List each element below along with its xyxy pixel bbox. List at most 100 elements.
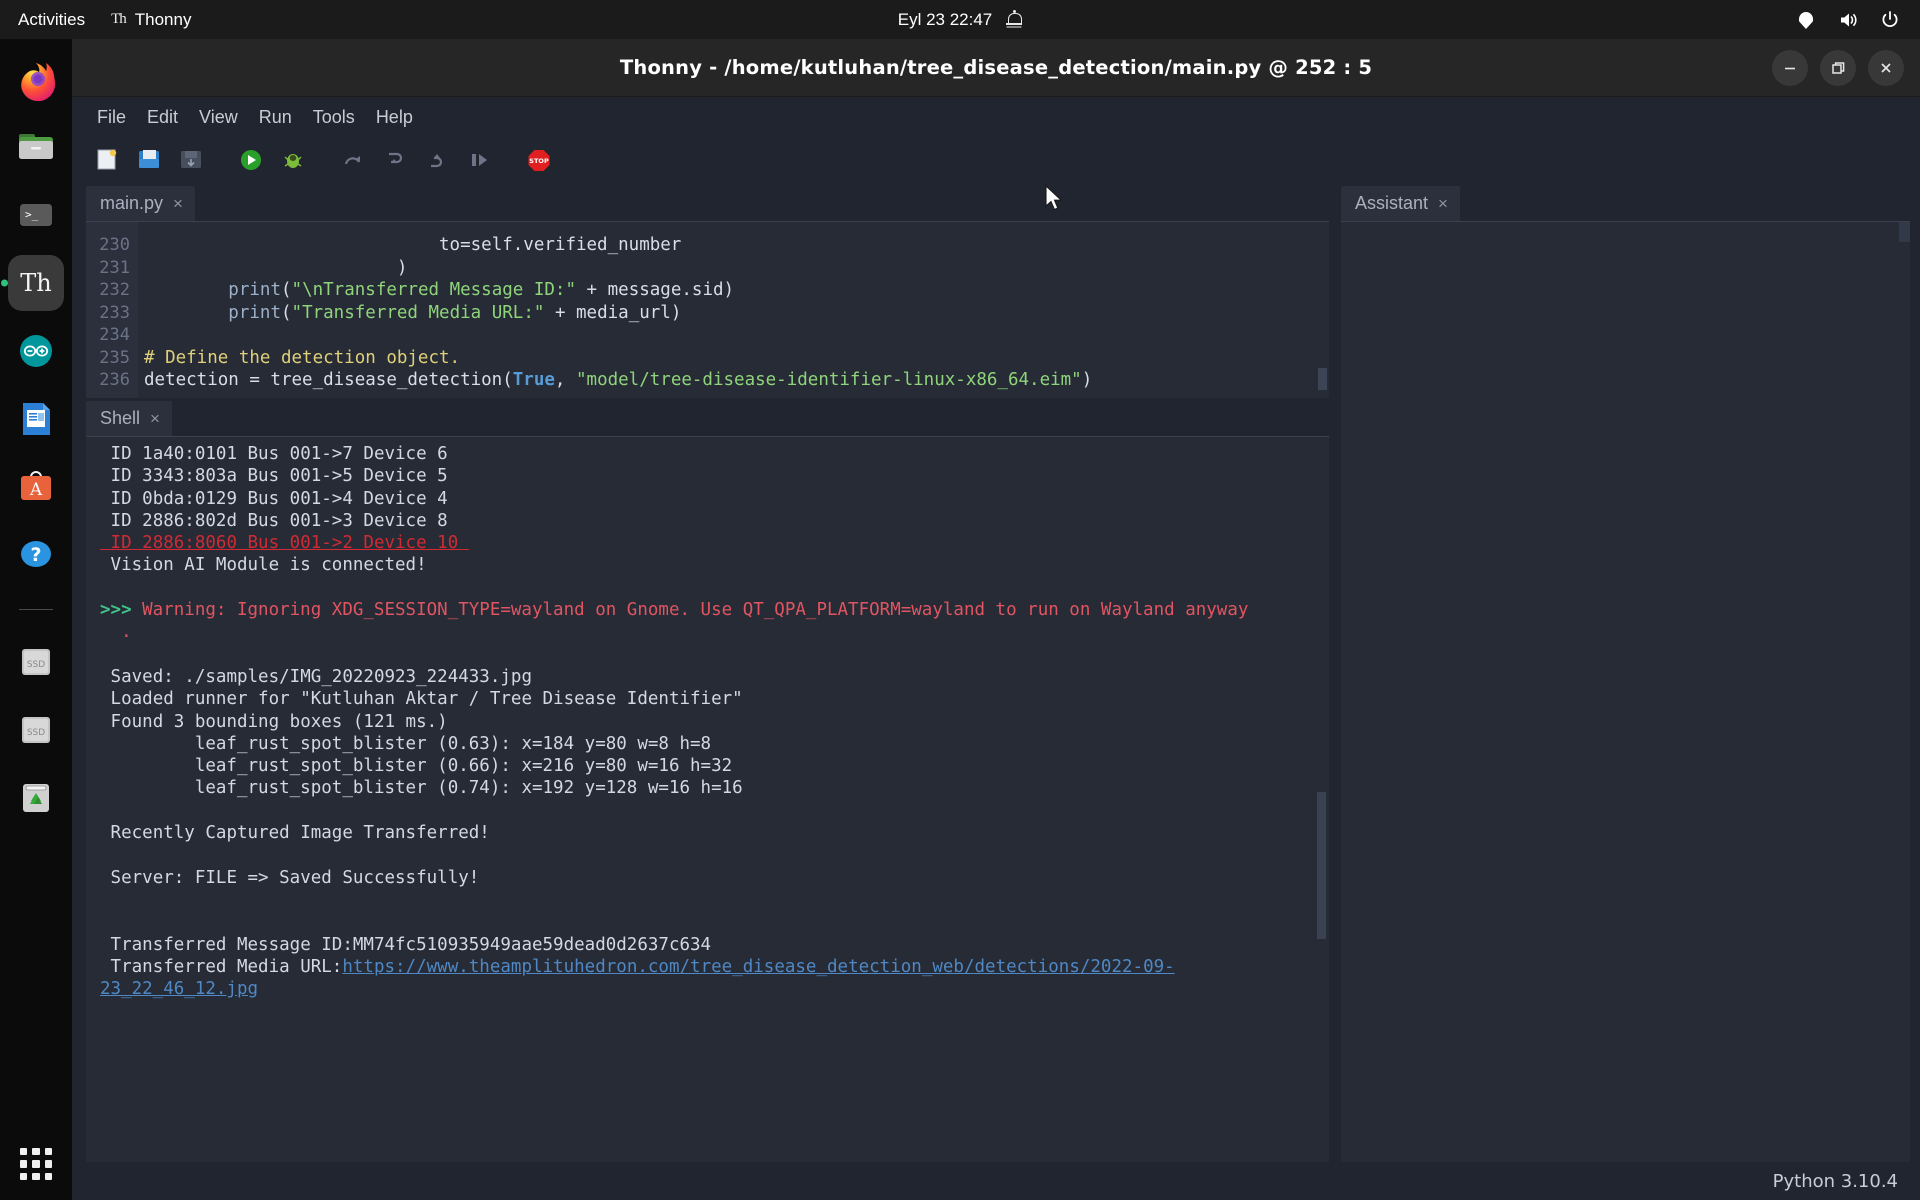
dock-item-thonny[interactable]: Th bbox=[8, 255, 64, 311]
menu-edit[interactable]: Edit bbox=[138, 104, 187, 131]
window-titlebar[interactable]: Thonny - /home/kutluhan/tree_disease_det… bbox=[72, 39, 1920, 97]
code-editor[interactable]: 230 231 232 233 234 235 236 to=self.veri… bbox=[86, 221, 1329, 398]
svg-text:SSD: SSD bbox=[27, 728, 45, 738]
step-out-button[interactable] bbox=[418, 143, 456, 177]
assistant-scrollbar[interactable] bbox=[1899, 222, 1910, 242]
active-app-menu[interactable]: Th Thonny bbox=[111, 10, 191, 30]
code-token: True bbox=[512, 370, 555, 390]
toolbar: STOP bbox=[72, 137, 1920, 183]
volume-icon bbox=[1841, 13, 1857, 26]
menu-file[interactable]: File bbox=[88, 104, 135, 131]
thonny-window: Thonny - /home/kutluhan/tree_disease_det… bbox=[72, 39, 1920, 1200]
dock-divider bbox=[19, 609, 53, 610]
minimize-button[interactable] bbox=[1772, 50, 1808, 86]
shell-line: Recently Captured Image Transferred! bbox=[100, 822, 1329, 844]
line-number: 234 bbox=[99, 325, 130, 345]
editor-scrollbar[interactable] bbox=[1318, 368, 1327, 390]
tab-shell[interactable]: Shell × bbox=[86, 401, 172, 436]
menu-help[interactable]: Help bbox=[367, 104, 422, 131]
open-file-button[interactable] bbox=[130, 143, 168, 177]
shell-line: Server: FILE => Saved Successfully! bbox=[100, 867, 1329, 889]
menu-tools[interactable]: Tools bbox=[304, 104, 364, 131]
shell-text: Transferred Message ID:MM74fc510935949aa… bbox=[100, 934, 712, 955]
code-token: print bbox=[228, 280, 281, 300]
shell-scrollbar[interactable] bbox=[1317, 792, 1326, 939]
close-icon[interactable]: × bbox=[150, 409, 160, 429]
activities-button[interactable]: Activities bbox=[18, 10, 85, 30]
shell-line: Transferred Message ID:MM74fc510935949aa… bbox=[100, 934, 1329, 956]
dock-item-firefox[interactable] bbox=[8, 51, 64, 107]
debug-script-button[interactable] bbox=[274, 143, 312, 177]
code-token: ) bbox=[1081, 370, 1093, 390]
new-file-button[interactable] bbox=[88, 143, 126, 177]
shell-warning-text: . bbox=[100, 622, 132, 643]
shell-line: Vision AI Module is connected! bbox=[100, 554, 1329, 576]
dock-item-ssd-2[interactable]: SSD bbox=[8, 702, 64, 758]
drive-icon: SSD bbox=[22, 649, 50, 675]
resume-button[interactable] bbox=[460, 143, 498, 177]
shell-panel[interactable]: ID 1a40:0101 Bus 001->7 Device 6 ID 3343… bbox=[86, 436, 1329, 1162]
shell-line: ID 2886:8060 Bus 001->2 Device 10 bbox=[100, 532, 1329, 554]
code-token: detection = tree_disease_detection( bbox=[144, 370, 513, 390]
save-file-button[interactable] bbox=[172, 143, 210, 177]
shell-warning-text: Warning: Ignoring XDG_SESSION_TYPE=wayla… bbox=[131, 600, 1249, 621]
dock-item-trash[interactable] bbox=[8, 770, 64, 826]
line-number: 230 bbox=[99, 235, 130, 255]
code-token: , bbox=[554, 370, 576, 390]
menu-view[interactable]: View bbox=[190, 104, 247, 131]
shell-text: Transferred Media URL: bbox=[100, 956, 343, 977]
code-token: ( bbox=[280, 302, 292, 323]
dock-item-ssd-1[interactable]: SSD bbox=[8, 634, 64, 690]
bell-icon[interactable] bbox=[1006, 10, 1023, 29]
topbar-left-group: Activities Th Thonny bbox=[0, 10, 191, 30]
terminal-icon: >_ bbox=[20, 204, 52, 226]
shell-line: Found 3 bounding boxes (121 ms.) bbox=[100, 711, 1329, 733]
line-number: 233 bbox=[99, 302, 130, 323]
dock-item-terminal[interactable]: >_ bbox=[8, 187, 64, 243]
code-text[interactable]: to=self.verified_number ) print("\nTrans… bbox=[138, 222, 1329, 398]
code-line: detection = tree_disease_detection(True,… bbox=[144, 369, 1329, 392]
dock-item-help[interactable]: ? bbox=[8, 527, 64, 583]
close-icon[interactable]: × bbox=[1438, 194, 1448, 214]
clock[interactable]: Eyl 23 22:47 bbox=[898, 10, 993, 30]
shell-text: ID 0bda:0129 Bus 001->4 Device 4 bbox=[100, 488, 448, 509]
code-token: + media_url) bbox=[544, 302, 682, 323]
code-token: # Define the detection object. bbox=[144, 347, 461, 368]
maximize-button[interactable] bbox=[1820, 50, 1856, 86]
close-button[interactable] bbox=[1868, 50, 1904, 86]
show-applications-button[interactable] bbox=[20, 1148, 52, 1180]
run-script-button[interactable] bbox=[232, 143, 270, 177]
dock-item-files[interactable] bbox=[8, 119, 64, 175]
line-number-gutter: 230 231 232 233 234 235 236 bbox=[86, 222, 138, 398]
close-icon[interactable]: × bbox=[173, 194, 183, 214]
shell-text: Saved: ./samples/IMG_20220923_224433.jpg bbox=[100, 666, 532, 687]
dock-item-libreoffice[interactable] bbox=[8, 391, 64, 447]
menu-bar: File Edit View Run Tools Help bbox=[72, 97, 1920, 137]
window-body: main.py × 230 231 232 233 234 235 236 to… bbox=[72, 183, 1920, 1162]
menu-run[interactable]: Run bbox=[250, 104, 301, 131]
shell-line: ID 2886:802d Bus 001->3 Device 8 bbox=[100, 510, 1329, 532]
shell-output[interactable]: ID 1a40:0101 Bus 001->7 Device 6 ID 3343… bbox=[86, 437, 1329, 1162]
step-into-button[interactable] bbox=[376, 143, 414, 177]
shell-text: ID 3343:803a Bus 001->5 Device 5 bbox=[100, 466, 448, 487]
stop-button[interactable]: STOP bbox=[520, 143, 558, 177]
tab-assistant[interactable]: Assistant × bbox=[1341, 186, 1460, 221]
code-line: print("Transferred Media URL:" + media_u… bbox=[144, 302, 1329, 325]
code-line: print("\nTransferred Message ID:" + mess… bbox=[144, 279, 1329, 302]
shell-text: Server: FILE => Saved Successfully! bbox=[100, 867, 480, 888]
svg-text:SSD: SSD bbox=[27, 660, 45, 670]
interpreter-label[interactable]: Python 3.10.4 bbox=[1773, 1171, 1898, 1192]
dock-item-ubuntu-software[interactable]: A bbox=[8, 459, 64, 515]
svg-text:STOP: STOP bbox=[529, 157, 549, 165]
code-token: ( bbox=[280, 280, 292, 300]
dock-item-arduino-ide[interactable] bbox=[8, 323, 64, 379]
system-status-area[interactable] bbox=[1796, 10, 1920, 30]
assistant-content[interactable] bbox=[1341, 221, 1910, 1162]
code-token: + message.sid) bbox=[576, 280, 735, 300]
shell-line: Saved: ./samples/IMG_20220923_224433.jpg bbox=[100, 666, 1329, 688]
step-over-button[interactable] bbox=[334, 143, 372, 177]
tab-main-py[interactable]: main.py × bbox=[86, 186, 195, 221]
